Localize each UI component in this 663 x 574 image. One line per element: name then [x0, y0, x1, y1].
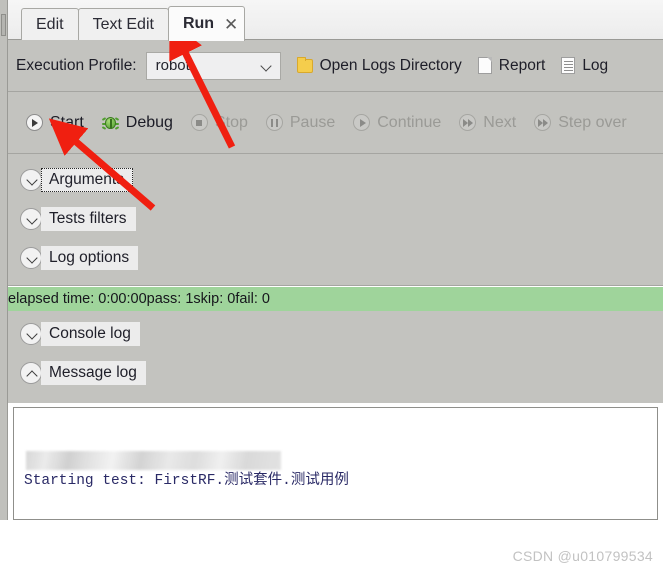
section-tests-filters[interactable]: Tests filters: [20, 207, 136, 231]
csdn-watermark: CSDN @u010799534: [512, 548, 653, 564]
open-logs-directory-label: Open Logs Directory: [319, 56, 462, 74]
log-button[interactable]: Log: [561, 57, 608, 75]
section-message-log[interactable]: Message log: [20, 361, 146, 385]
next-circle-icon: [459, 114, 477, 131]
execution-profile-toolbar: Execution Profile: robot Open Logs Direc…: [8, 40, 663, 92]
tab-edit-label: Edit: [36, 16, 64, 33]
next-button: Next: [459, 114, 516, 132]
gutter-handle[interactable]: [1, 14, 6, 36]
folder-icon: [296, 56, 313, 73]
document-lines-icon: [561, 57, 576, 74]
tab-edit[interactable]: Edit: [21, 8, 79, 41]
stop-button: Stop: [190, 113, 248, 132]
skip-count-value: skip: 0: [193, 291, 236, 307]
chevron-down-icon[interactable]: [20, 169, 42, 191]
fail-count-value: fail: 0: [235, 291, 270, 307]
stop-label: Stop: [214, 113, 248, 131]
play-circle-icon: [353, 114, 371, 131]
close-icon[interactable]: ✕: [224, 16, 238, 33]
step-over-button: Step over: [534, 113, 627, 132]
tab-list: Edit Text Edit Run ✕: [21, 6, 246, 41]
report-button[interactable]: Report: [477, 56, 546, 75]
bug-icon: [101, 115, 120, 131]
continue-label: Continue: [377, 113, 442, 131]
pause-circle-icon: [265, 114, 283, 131]
execution-profile-value: robot: [155, 57, 190, 74]
section-console-log[interactable]: Console log: [20, 322, 140, 346]
report-label: Report: [498, 56, 546, 74]
stepover-circle-icon: [534, 114, 552, 131]
elapsed-time-value: elapsed time: 0:00:00: [8, 291, 147, 307]
execution-profile-label: Execution Profile:: [16, 56, 137, 74]
options-sections: Arguments Tests filters Log options: [8, 154, 663, 286]
tab-text-edit[interactable]: Text Edit: [77, 8, 169, 41]
message-log-output[interactable]: Starting test: FirstRF.测试套件.测试用例 : INFO …: [13, 407, 658, 520]
chevron-down-icon[interactable]: [20, 208, 42, 230]
section-log-options[interactable]: Log options: [20, 246, 139, 270]
tab-run-label: Run: [182, 15, 215, 32]
section-arguments[interactable]: Arguments: [20, 168, 133, 192]
section-console-log-label: Console log: [41, 322, 140, 346]
left-gutter: [0, 0, 8, 520]
bottom-blank-area: [0, 520, 663, 574]
execution-profile-select[interactable]: robot: [145, 51, 281, 80]
open-logs-directory-button[interactable]: Open Logs Directory: [296, 56, 462, 75]
start-label: Start: [50, 113, 84, 131]
run-status-bar: elapsed time: 0:00:00 pass: 1 skip: 0 fa…: [8, 287, 663, 311]
next-label: Next: [483, 113, 517, 131]
chevron-down-icon[interactable]: [20, 247, 42, 269]
chevron-down-icon: [262, 62, 273, 69]
log-output-text: Starting test: FirstRF.测试套件.测试用例 : INFO …: [24, 426, 433, 519]
start-button[interactable]: Start: [26, 114, 84, 132]
document-icon: [477, 57, 492, 74]
pass-count-value: pass: 1: [146, 291, 194, 307]
chevron-up-icon[interactable]: [20, 362, 42, 384]
section-arguments-label: Arguments: [41, 168, 133, 192]
tab-bar: Edit Text Edit Run ✕: [8, 0, 663, 41]
debug-label: Debug: [125, 113, 173, 131]
pause-label: Pause: [289, 113, 336, 131]
log-line-1: Starting test: FirstRF.测试套件.测试用例: [24, 473, 349, 489]
section-message-log-label: Message log: [41, 361, 146, 385]
section-log-options-label: Log options: [41, 246, 139, 270]
chevron-down-icon[interactable]: [20, 323, 42, 345]
section-tests-filters-label: Tests filters: [41, 207, 136, 231]
run-controls-toolbar: Start Debug Stop Pause Continue Next Ste…: [8, 92, 663, 154]
redaction-blur-overlay: [26, 451, 281, 470]
tab-run[interactable]: Run ✕: [167, 6, 246, 41]
play-circle-icon: [26, 114, 43, 131]
tab-text-edit-label: Text Edit: [92, 16, 154, 33]
log-label: Log: [582, 56, 609, 74]
stop-circle-icon: [190, 114, 208, 131]
log-sections: Console log Message log: [8, 311, 663, 403]
run-panel-window: Edit Text Edit Run ✕ Execution Profile: …: [0, 0, 663, 574]
pause-button: Pause: [265, 113, 336, 132]
step-over-label: Step over: [558, 113, 627, 131]
continue-button: Continue: [353, 114, 441, 132]
debug-button[interactable]: Debug: [101, 113, 173, 132]
